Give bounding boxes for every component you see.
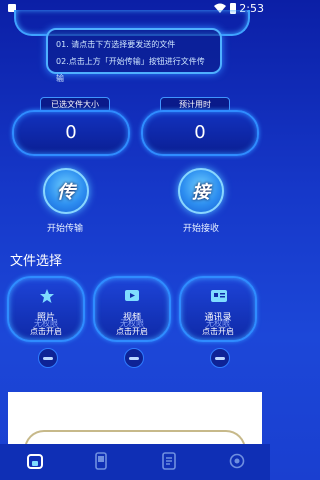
- photos-card[interactable]: 照片 无权限 点击开启: [7, 276, 85, 342]
- card-action: 点击开启: [30, 327, 62, 336]
- file-selection-title: 文件选择: [10, 254, 63, 269]
- estimated-time-value: 0: [141, 110, 259, 156]
- contacts-card[interactable]: 通讯录 无权限 点击开启: [179, 276, 257, 342]
- start-receive-button[interactable]: 接: [178, 168, 224, 214]
- videos-card[interactable]: 视频 无权限 点击开启: [93, 276, 171, 342]
- video-icon: [125, 290, 139, 301]
- instruction-line-1: 01. 请点击下方选择要发送的文件: [56, 40, 176, 49]
- start-send-label: 开始传输: [47, 224, 84, 234]
- home-nav-icon[interactable]: [26, 452, 44, 470]
- settings-nav-icon[interactable]: [228, 452, 246, 470]
- photos-toggle[interactable]: [38, 348, 58, 368]
- contacts-icon: [211, 290, 227, 302]
- selected-size-value: 0: [12, 110, 130, 156]
- instructions-panel: 01. 请点击下方选择要发送的文件 02.点击上方「开始传输」按钮进行文件传输: [46, 28, 222, 83]
- ad-panel: [8, 392, 262, 460]
- card-action: 点击开启: [202, 327, 234, 336]
- contacts-toggle[interactable]: [210, 348, 230, 368]
- card-action: 点击开启: [116, 327, 148, 336]
- bottom-nav: [0, 444, 270, 480]
- document-nav-icon[interactable]: [160, 452, 178, 470]
- instruction-line-2: 02.点击上方「开始传输」按钮进行文件传输: [56, 57, 205, 83]
- phone-nav-icon[interactable]: [92, 452, 110, 470]
- send-glyph: 传: [57, 182, 75, 203]
- start-receive-label: 开始接收: [183, 224, 220, 234]
- start-send-button[interactable]: 传: [43, 168, 89, 214]
- videos-toggle[interactable]: [124, 348, 144, 368]
- star-icon: [40, 289, 54, 303]
- receive-glyph: 接: [192, 182, 210, 203]
